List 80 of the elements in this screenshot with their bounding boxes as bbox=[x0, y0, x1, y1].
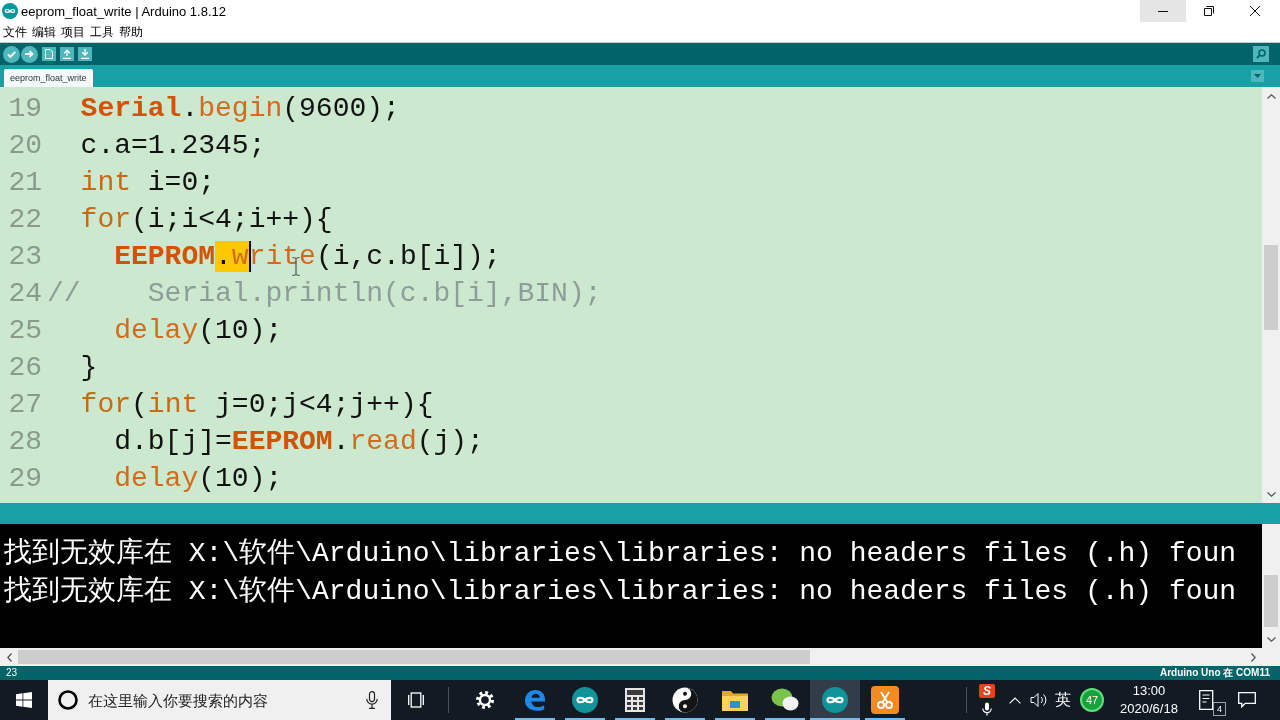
chevron-down-icon[interactable] bbox=[1266, 636, 1276, 642]
infinity-logo-icon bbox=[822, 687, 848, 713]
line-number: 23 bbox=[7, 241, 42, 272]
console-line: 找到无效库在 X:\软件\Arduino\libraries\libraries: no headers files (.h) foun bbox=[4, 574, 1238, 609]
code-line: delay(10); bbox=[113, 463, 283, 494]
line-number: 21 bbox=[7, 167, 42, 198]
menu-item[interactable]: 工具 bbox=[90, 24, 114, 40]
horizontal-scrollbar[interactable] bbox=[0, 648, 1280, 666]
calculator-icon bbox=[625, 688, 645, 712]
scrollbar-thumb[interactable] bbox=[1264, 575, 1278, 627]
scrollbar-thumb[interactable] bbox=[1264, 245, 1278, 330]
yin-yang-icon bbox=[672, 687, 698, 713]
notification-count: 4 bbox=[1213, 702, 1226, 716]
microphone-icon[interactable] bbox=[366, 691, 378, 709]
check-icon bbox=[7, 50, 16, 58]
line-number: 25 bbox=[7, 315, 42, 346]
line-number: 29 bbox=[7, 463, 42, 494]
arrow-up-icon bbox=[63, 49, 71, 59]
code-line: Serial.begin(9600); bbox=[79, 93, 400, 124]
upload-button[interactable] bbox=[21, 45, 38, 63]
chevron-up-icon[interactable] bbox=[1266, 93, 1276, 99]
scrollbar-thumb[interactable] bbox=[18, 650, 810, 664]
code-line: d.b[j]=EEPROM.read(j); bbox=[113, 426, 484, 457]
windows-icon bbox=[16, 692, 32, 708]
menu-item[interactable]: 帮助 bbox=[119, 24, 143, 40]
vertical-scrollbar[interactable] bbox=[1262, 87, 1280, 503]
task-view-icon bbox=[407, 692, 424, 708]
arrow-down-icon bbox=[81, 49, 89, 59]
scissors-icon bbox=[871, 686, 899, 714]
window-title: eeprom_float_write | Arduino 1.8.12 bbox=[21, 3, 227, 19]
input-method-logo[interactable]: S bbox=[979, 684, 995, 698]
clock-button[interactable]: 13:00 2020/6/18 bbox=[1120, 682, 1178, 718]
menu-item[interactable]: 编辑 bbox=[32, 24, 56, 40]
speaker-icon[interactable] bbox=[1030, 692, 1048, 708]
close-icon bbox=[1250, 6, 1260, 16]
line-number: 22 bbox=[7, 204, 42, 235]
vertical-scrollbar[interactable] bbox=[1262, 524, 1280, 648]
folder-icon bbox=[722, 689, 748, 711]
verify-button[interactable] bbox=[3, 45, 20, 63]
menu-item[interactable]: 文件 bbox=[3, 24, 27, 40]
arrow-right-icon bbox=[25, 50, 34, 58]
chevron-right-icon[interactable] bbox=[1250, 652, 1256, 662]
browser-icon bbox=[524, 689, 546, 711]
line-number: 27 bbox=[7, 389, 42, 420]
code-line: // Serial.println(c.b[i],BIN); bbox=[46, 278, 602, 309]
menu-item[interactable]: 项目 bbox=[61, 24, 85, 40]
input-mode-indicator[interactable]: 英 bbox=[1055, 689, 1071, 711]
restore-icon bbox=[1204, 6, 1214, 16]
code-line: } bbox=[79, 352, 98, 383]
board-port-label: Arduino Uno 在 COM11 bbox=[1160, 667, 1270, 679]
page-icon bbox=[45, 49, 53, 59]
line-number: 19 bbox=[7, 93, 42, 124]
code-line: for(i;i<4;i++){ bbox=[79, 204, 333, 235]
infinity-logo-icon bbox=[572, 687, 598, 713]
code-line: EEPROM.write(i,c.b[i]); bbox=[113, 241, 501, 272]
chevron-left-icon[interactable] bbox=[6, 652, 12, 662]
line-number: 28 bbox=[7, 426, 42, 457]
gear-icon bbox=[475, 690, 495, 710]
message-icon[interactable] bbox=[1238, 692, 1256, 708]
serial-monitor-button[interactable] bbox=[1253, 46, 1269, 62]
code-line: int i=0; bbox=[79, 167, 216, 198]
line-number: 20 bbox=[7, 130, 42, 161]
code-line: for(int j=0;j<4;j++){ bbox=[79, 389, 434, 420]
line-number: 24 bbox=[7, 278, 42, 309]
code-line: c.a=1.2345; bbox=[79, 130, 266, 161]
chevron-down-icon[interactable] bbox=[1266, 491, 1276, 497]
console-line: 找到无效库在 X:\软件\Arduino\libraries\libraries: no headers files (.h) foun bbox=[4, 536, 1238, 571]
minimize-icon bbox=[1158, 10, 1168, 12]
code-line: delay(10); bbox=[113, 315, 283, 346]
taskbar-app-button[interactable] bbox=[810, 680, 860, 720]
line-indicator: 23 bbox=[6, 667, 18, 679]
chat-bubbles-icon bbox=[771, 688, 799, 712]
file-tab[interactable]: eeprom_float_write bbox=[4, 69, 93, 87]
microphone-icon[interactable] bbox=[982, 702, 992, 716]
circle-icon[interactable] bbox=[58, 690, 78, 710]
tab-menu-button[interactable] bbox=[1251, 70, 1264, 82]
search-field[interactable]: 在这里输入你要搜索的内容 bbox=[48, 680, 391, 720]
line-number: 26 bbox=[7, 352, 42, 383]
magnifier-icon bbox=[1256, 49, 1266, 59]
triangle-down-icon bbox=[1254, 74, 1261, 78]
